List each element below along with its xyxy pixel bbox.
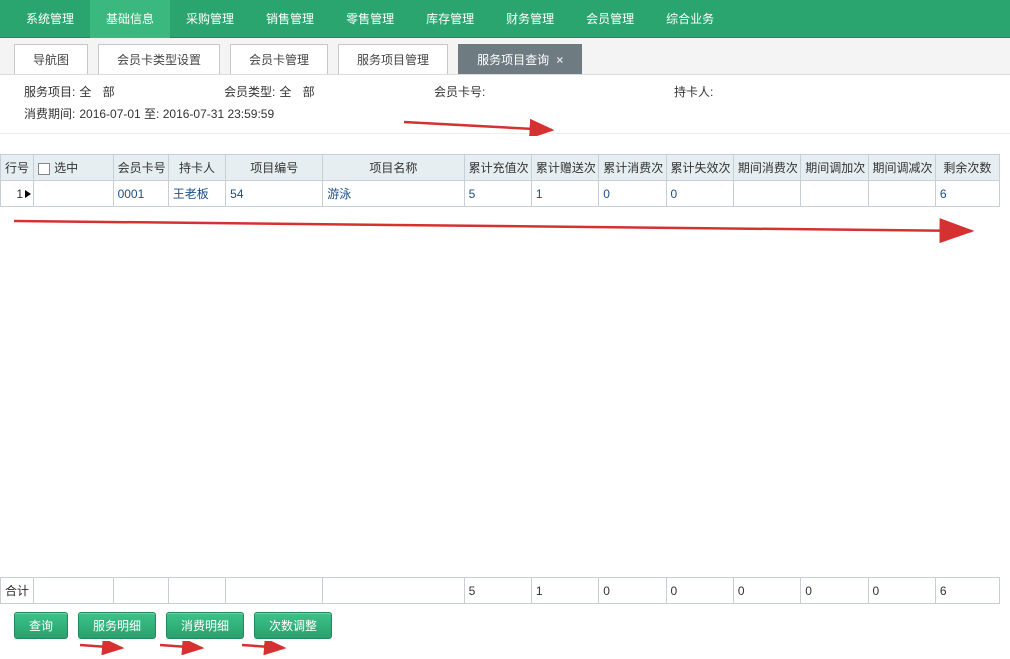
tab-member-card-manage[interactable]: 会员卡管理 [230, 44, 328, 74]
cell-remaining: 6 [935, 181, 999, 207]
cell-n5 [733, 181, 800, 207]
menu-system[interactable]: 系统管理 [10, 0, 90, 38]
filter-service-item[interactable]: 服务项目: 全 部 [24, 81, 214, 103]
totals-n3: 0 [599, 578, 666, 604]
cell-n2: 1 [531, 181, 598, 207]
tab-label: 导航图 [33, 53, 69, 67]
arrow-icon [14, 213, 984, 243]
menu-inventory[interactable]: 库存管理 [410, 0, 490, 38]
menu-finance[interactable]: 财务管理 [490, 0, 570, 38]
filter-value: 全 部 [79, 81, 118, 103]
arrow-icon [242, 641, 292, 655]
select-all-checkbox[interactable] [38, 163, 50, 175]
count-adjust-button[interactable]: 次数调整 [254, 612, 332, 639]
cell-card: 0001 [113, 181, 168, 207]
totals-blank [323, 578, 464, 604]
col-n1[interactable]: 累计充值次 [464, 155, 531, 181]
filter-member-type[interactable]: 会员类型: 全 部 [224, 81, 424, 103]
col-name[interactable]: 项目名称 [323, 155, 464, 181]
cell-n4: 0 [666, 181, 733, 207]
menu-sales[interactable]: 销售管理 [250, 0, 330, 38]
totals-blank [226, 578, 323, 604]
table-blank-area [0, 247, 1010, 577]
totals-blank [113, 578, 168, 604]
tab-service-item-query[interactable]: 服务项目查询 × [458, 44, 582, 74]
col-n6[interactable]: 期间调加次 [801, 155, 868, 181]
col-n7[interactable]: 期间调减次 [868, 155, 935, 181]
arrow-icon [160, 641, 210, 655]
tab-label: 会员卡类型设置 [117, 53, 201, 67]
cell-n7 [868, 181, 935, 207]
col-card[interactable]: 会员卡号 [113, 155, 168, 181]
data-table: 行号 选中 会员卡号 持卡人 项目编号 项目名称 累计充值次 累计赠送次 累计消… [0, 154, 1000, 207]
filter-label: 服务项目: [24, 81, 75, 103]
totals-n2: 1 [531, 578, 598, 604]
totals-blank [34, 578, 113, 604]
totals-remaining: 6 [935, 578, 999, 604]
filter-value: 全 部 [279, 81, 318, 103]
button-bar: 查询 服务明细 消费明细 次数调整 [0, 604, 1010, 639]
cell-rownum: 1 [1, 181, 34, 207]
arrow-icon [404, 116, 564, 136]
col-remaining[interactable]: 剩余次数 [935, 155, 999, 181]
totals-n5: 0 [733, 578, 800, 604]
row-current-icon [25, 190, 31, 198]
totals-n1: 5 [464, 578, 531, 604]
top-menu-bar: 系统管理 基础信息 采购管理 销售管理 零售管理 库存管理 财务管理 会员管理 … [0, 0, 1010, 38]
totals-label: 合计 [1, 578, 34, 604]
query-button[interactable]: 查询 [14, 612, 68, 639]
col-n3[interactable]: 累计消费次 [599, 155, 666, 181]
col-row[interactable]: 行号 [1, 155, 34, 181]
filter-label: 持卡人: [674, 81, 713, 103]
cell-name: 游泳 [323, 181, 464, 207]
service-detail-button[interactable]: 服务明细 [78, 612, 156, 639]
col-select[interactable]: 选中 [34, 155, 113, 181]
totals-n7: 0 [868, 578, 935, 604]
filter-card-no[interactable]: 会员卡号: [434, 81, 664, 103]
table-row[interactable]: 1 0001 王老板 54 游泳 5 1 0 0 6 [1, 181, 1000, 207]
filter-label: 会员类型: [224, 81, 275, 103]
filter-label: 消费期间: [24, 103, 75, 125]
col-holder[interactable]: 持卡人 [168, 155, 225, 181]
annotation-arrows-buttons [0, 639, 1010, 659]
col-n5[interactable]: 期间消费次 [733, 155, 800, 181]
totals-blank [168, 578, 225, 604]
filter-period[interactable]: 消费期间: 2016-07-01 至: 2016-07-31 23:59:59 [24, 103, 274, 125]
col-label: 选中 [54, 161, 78, 175]
data-table-wrap: 行号 选中 会员卡号 持卡人 项目编号 项目名称 累计充值次 累计赠送次 累计消… [0, 154, 1010, 604]
cell-n6 [801, 181, 868, 207]
filter-holder[interactable]: 持卡人: [674, 81, 824, 103]
menu-member[interactable]: 会员管理 [570, 0, 650, 38]
totals-n4: 0 [666, 578, 733, 604]
table-header: 行号 选中 会员卡号 持卡人 项目编号 项目名称 累计充值次 累计赠送次 累计消… [1, 155, 1000, 181]
totals-row: 合计 5 1 0 0 0 0 0 6 [1, 578, 1000, 604]
menu-general[interactable]: 综合业务 [650, 0, 730, 38]
col-n4[interactable]: 累计失效次 [666, 155, 733, 181]
col-code[interactable]: 项目编号 [226, 155, 323, 181]
totals-n6: 0 [801, 578, 868, 604]
tab-nav-map[interactable]: 导航图 [14, 44, 88, 74]
col-n2[interactable]: 累计赠送次 [531, 155, 598, 181]
cell-holder: 王老板 [168, 181, 225, 207]
annotation-arrow-row [0, 207, 1010, 247]
tab-label: 会员卡管理 [249, 53, 309, 67]
tab-label: 服务项目查询 [477, 53, 549, 67]
cell-code: 54 [226, 181, 323, 207]
menu-basic-info[interactable]: 基础信息 [90, 0, 170, 38]
menu-purchase[interactable]: 采购管理 [170, 0, 250, 38]
menu-retail[interactable]: 零售管理 [330, 0, 410, 38]
filter-value: 2016-07-01 至: 2016-07-31 23:59:59 [79, 103, 274, 125]
arrow-icon [80, 641, 130, 655]
cell-n3: 0 [599, 181, 666, 207]
tab-service-item-manage[interactable]: 服务项目管理 [338, 44, 448, 74]
subtab-bar: 导航图 会员卡类型设置 会员卡管理 服务项目管理 服务项目查询 × [0, 38, 1010, 75]
consume-detail-button[interactable]: 消费明细 [166, 612, 244, 639]
cell-select[interactable] [34, 181, 113, 207]
tab-label: 服务项目管理 [357, 53, 429, 67]
cell-n1: 5 [464, 181, 531, 207]
tab-close-icon[interactable]: × [556, 53, 563, 67]
totals-table: 合计 5 1 0 0 0 0 0 6 [0, 577, 1000, 604]
filter-label: 会员卡号: [434, 81, 485, 103]
tab-member-card-type[interactable]: 会员卡类型设置 [98, 44, 220, 74]
